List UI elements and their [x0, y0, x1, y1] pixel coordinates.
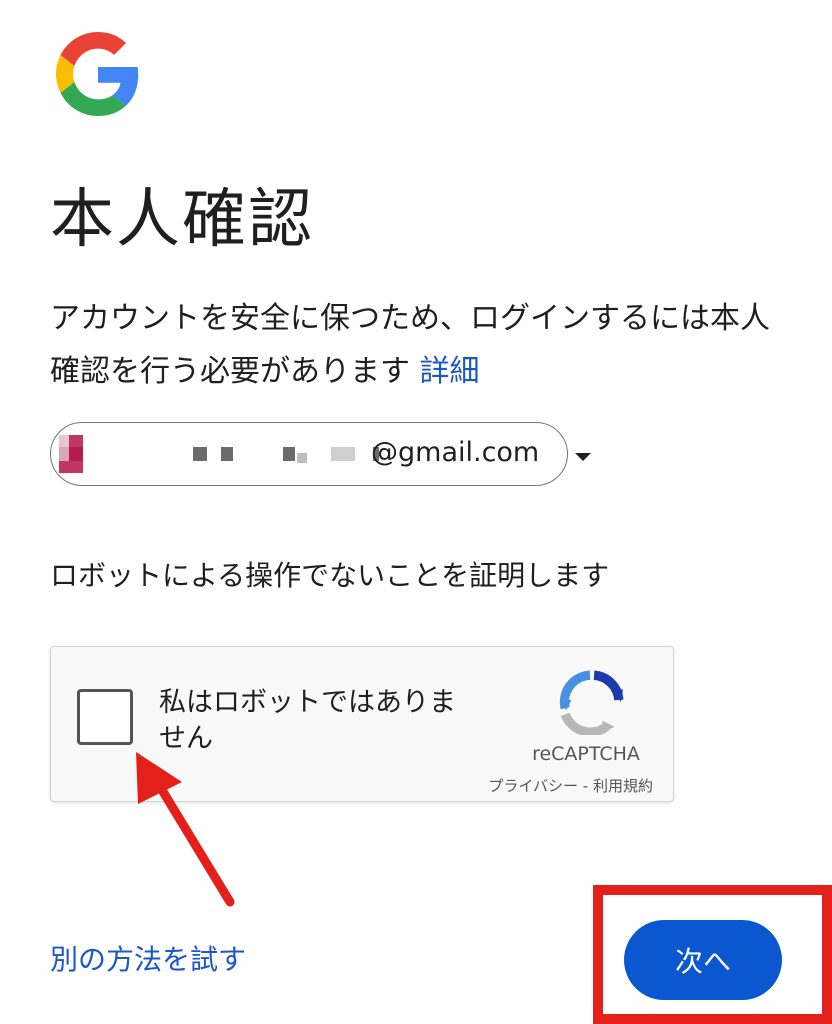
red-arrow-icon	[136, 752, 235, 907]
avatar	[55, 429, 109, 479]
recaptcha-checkbox-label: 私はロボットではありません	[159, 687, 456, 754]
page-title: 本人確認	[50, 183, 314, 257]
google-logo-icon	[56, 32, 139, 116]
recaptcha-checkbox[interactable]	[77, 689, 133, 745]
email-suffix: @gmail.com	[371, 437, 540, 468]
caret-down-icon[interactable]	[575, 453, 591, 461]
page-description: アカウントを安全に保つため、ログインするには本人確認を行う必要があります 詳細	[50, 292, 790, 398]
recaptcha-brand: reCAPTCHA	[532, 743, 640, 765]
robot-prompt: ロボットによる操作でないことを証明します	[50, 559, 610, 592]
next-button[interactable]: 次へ	[624, 920, 782, 1000]
details-link[interactable]: 詳細	[420, 354, 480, 389]
description-text: アカウントを安全に保つため、ログインするには本人確認を行う必要があります	[50, 301, 770, 389]
try-another-way-link[interactable]: 別の方法を試す	[50, 938, 246, 978]
recaptcha-logo-icon	[559, 670, 624, 735]
recaptcha-privacy-terms-links[interactable]: プライバシー - 利用規約	[465, 775, 653, 796]
account-selector[interactable]: @gmail.com	[50, 422, 591, 486]
